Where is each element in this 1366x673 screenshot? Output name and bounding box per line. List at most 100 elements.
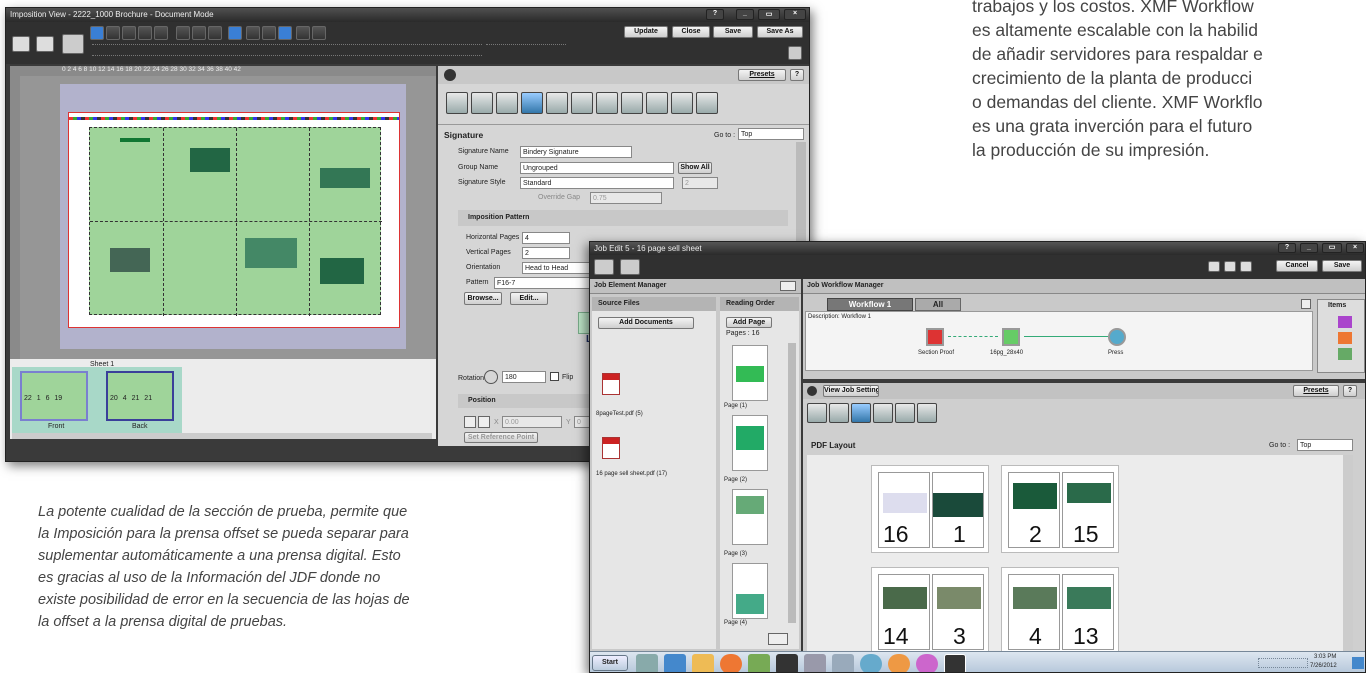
file-item[interactable]: 16 page sell sheet.pdf (17) bbox=[596, 471, 667, 477]
calendar-tab-icon[interactable] bbox=[829, 403, 849, 423]
help-button[interactable]: ? bbox=[1278, 243, 1296, 253]
close-window-button[interactable]: × bbox=[784, 9, 806, 20]
spread-card[interactable]: 4 13 bbox=[1001, 567, 1119, 655]
folder-icon[interactable] bbox=[692, 654, 714, 672]
vertical-pages-select[interactable]: 2 bbox=[522, 247, 570, 259]
tab-all[interactable]: All bbox=[915, 298, 961, 311]
measure-icon[interactable] bbox=[138, 26, 152, 40]
pattern-field[interactable]: F16-7 bbox=[494, 277, 594, 289]
desktop-icon[interactable] bbox=[1352, 657, 1364, 669]
xmf-icon[interactable] bbox=[776, 654, 798, 672]
press-node-icon[interactable] bbox=[1108, 328, 1126, 346]
front-thumbnail[interactable]: 22 1 6 19 bbox=[20, 371, 88, 421]
select-arrow-icon[interactable] bbox=[90, 26, 104, 40]
page-thumbnail[interactable] bbox=[732, 489, 768, 545]
minimize-button[interactable]: _ bbox=[736, 9, 754, 20]
spread-card[interactable]: 2 15 bbox=[1001, 465, 1119, 553]
redo-icon[interactable] bbox=[312, 26, 326, 40]
layout-tab-icon[interactable] bbox=[851, 403, 871, 423]
help-button[interactable]: ? bbox=[790, 69, 804, 81]
group-name-select[interactable]: Ungrouped bbox=[520, 162, 674, 174]
workflow-canvas[interactable]: Description: Workflow 1 Section Proof 16… bbox=[805, 311, 1313, 371]
edit-button[interactable]: Edit... bbox=[510, 292, 548, 305]
layout-scrollbar[interactable] bbox=[1343, 455, 1353, 651]
view2-icon[interactable] bbox=[1224, 261, 1236, 272]
info2-tab-icon[interactable] bbox=[671, 92, 693, 114]
firefox-icon[interactable] bbox=[720, 654, 742, 672]
spacing-tools[interactable] bbox=[486, 44, 566, 56]
play-tab-icon[interactable] bbox=[873, 403, 893, 423]
add-documents-button[interactable]: Add Documents bbox=[598, 317, 694, 329]
horizontal-pages-select[interactable]: 4 bbox=[522, 232, 570, 244]
page-icon[interactable] bbox=[36, 36, 54, 52]
help-button[interactable]: ? bbox=[706, 9, 724, 20]
rotation-select[interactable]: 180 bbox=[502, 371, 546, 383]
page-thumbnail[interactable] bbox=[732, 415, 768, 471]
signature-style-select[interactable]: Standard bbox=[520, 177, 674, 189]
grid-icon[interactable] bbox=[62, 34, 84, 54]
fit-icon[interactable] bbox=[176, 26, 190, 40]
export-icon[interactable] bbox=[620, 259, 640, 275]
info-tab-icon[interactable] bbox=[646, 92, 668, 114]
x-field[interactable]: 0.00 bbox=[502, 416, 562, 428]
back-thumbnail[interactable]: 20 4 21 21 bbox=[106, 371, 174, 421]
save-button[interactable]: Save bbox=[1322, 260, 1362, 272]
chart-tab-icon[interactable] bbox=[546, 92, 568, 114]
system-tray[interactable] bbox=[1258, 658, 1308, 668]
tab-workflow-1[interactable]: Workflow 1 bbox=[827, 298, 913, 311]
settings-menu-icon[interactable] bbox=[807, 386, 817, 396]
show-all-button[interactable]: Show All bbox=[678, 162, 712, 174]
alignment-tools[interactable] bbox=[92, 44, 482, 56]
hand-icon[interactable] bbox=[106, 26, 120, 40]
imposition-canvas[interactable] bbox=[20, 76, 436, 359]
browse-button[interactable]: Browse... bbox=[464, 292, 502, 305]
register-tab-icon[interactable] bbox=[571, 92, 593, 114]
goto-select[interactable]: Top bbox=[738, 128, 804, 140]
set-reference-point-button[interactable]: Set Reference Point bbox=[464, 432, 538, 443]
signature-name-field[interactable]: Bindery Signature bbox=[520, 146, 632, 158]
target-icon[interactable] bbox=[228, 26, 242, 40]
thumbnail-scrollbar[interactable] bbox=[12, 433, 432, 439]
view-job-settings-button[interactable]: View Job Settings bbox=[823, 385, 879, 397]
view1-icon[interactable] bbox=[1208, 261, 1220, 272]
jem-menu-icon[interactable] bbox=[780, 281, 796, 291]
xmf-active-icon[interactable] bbox=[944, 654, 966, 672]
minimize-button[interactable]: _ bbox=[1300, 243, 1318, 253]
properties-icon[interactable] bbox=[278, 26, 292, 40]
reading-order-scrollbar[interactable] bbox=[788, 343, 796, 623]
impose-node-icon[interactable] bbox=[1002, 328, 1020, 346]
presets-button[interactable]: Presets bbox=[1293, 385, 1339, 397]
cancel-button[interactable]: Cancel bbox=[1276, 260, 1318, 272]
sheet-tab-icon[interactable] bbox=[521, 92, 543, 114]
zoom-in-icon[interactable] bbox=[192, 26, 206, 40]
marks-tab-icon[interactable] bbox=[496, 92, 518, 114]
app-icon[interactable] bbox=[748, 654, 770, 672]
dimension-tab-icon[interactable] bbox=[621, 92, 643, 114]
close-button[interactable]: Close bbox=[672, 26, 710, 38]
style-number-field[interactable]: 2 bbox=[682, 177, 718, 189]
maximize-button[interactable]: ▭ bbox=[758, 9, 780, 20]
tool-icon[interactable] bbox=[832, 654, 854, 672]
grid-anchor-icon[interactable] bbox=[464, 416, 476, 428]
tools-tab-icon[interactable] bbox=[696, 92, 718, 114]
update-button[interactable]: Update bbox=[624, 26, 668, 38]
imposed-pages[interactable] bbox=[89, 127, 382, 316]
spread-card[interactable]: 16 1 bbox=[871, 465, 989, 553]
grid-anchor2-icon[interactable] bbox=[478, 416, 490, 428]
layers-icon[interactable] bbox=[262, 26, 276, 40]
pen-icon[interactable] bbox=[154, 26, 168, 40]
text-tab-icon[interactable] bbox=[596, 92, 618, 114]
app4-icon[interactable] bbox=[916, 654, 938, 672]
save-button[interactable]: Save bbox=[713, 26, 753, 38]
info-tab-icon[interactable] bbox=[895, 403, 915, 423]
page-thumbnail[interactable] bbox=[732, 345, 768, 401]
zoom-out-icon[interactable] bbox=[208, 26, 222, 40]
page-thumbnail[interactable] bbox=[732, 563, 768, 619]
add-page-button[interactable]: Add Page bbox=[726, 317, 772, 328]
undo-icon[interactable] bbox=[296, 26, 310, 40]
zoom-icon[interactable] bbox=[122, 26, 136, 40]
presets-button[interactable]: Presets bbox=[738, 69, 786, 81]
spread-card[interactable]: 14 3 bbox=[871, 567, 989, 655]
panel-menu-icon[interactable] bbox=[444, 69, 456, 81]
save-as-button[interactable]: Save As bbox=[757, 26, 803, 38]
